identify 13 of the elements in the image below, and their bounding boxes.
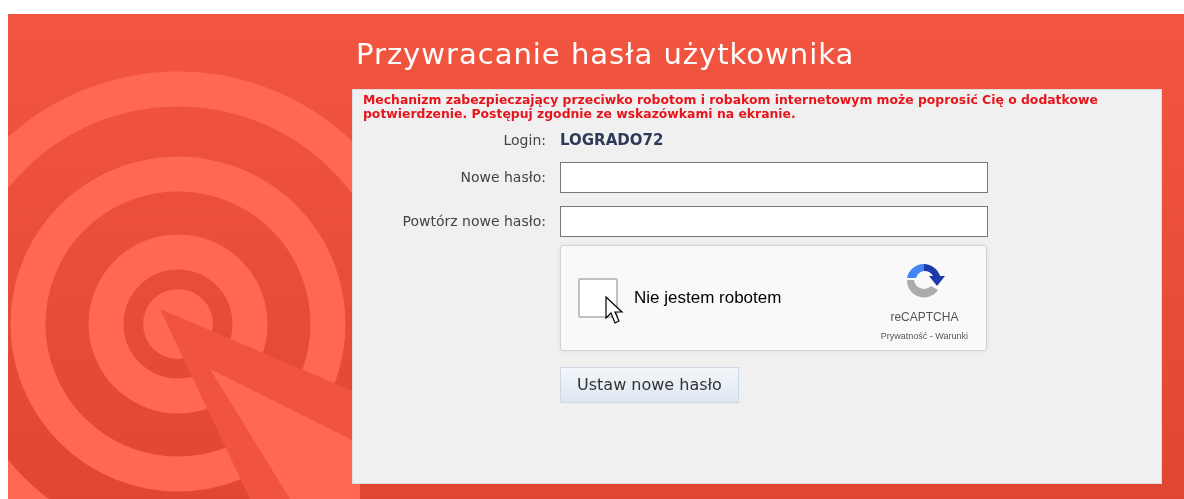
- password-field[interactable]: [560, 205, 988, 237]
- mouse-cursor-icon: [605, 295, 625, 326]
- login-value: LOGRADO72: [560, 130, 665, 151]
- page-title: Przywracanie hasła użytkownika: [356, 35, 855, 73]
- submit-button[interactable]: Ustaw nowe hasło: [560, 366, 739, 403]
- field-label: Powtórz nowe hasło:: [401, 211, 546, 231]
- field-label: Login:: [502, 130, 546, 150]
- privacy-terms-link[interactable]: Prywatność - Warunki: [880, 329, 968, 343]
- recaptcha-brand: reCAPTCHA: [890, 308, 959, 326]
- password-field[interactable]: [560, 161, 988, 193]
- notice-text: Mechanizm zabezpieczający przeciwko robotom i robakom internetowym może poprosić Cię o dodatkowe potwierdzenie. Postępuj zgodnie ze wskazówkami na ekranie.: [363, 93, 1099, 121]
- field-label: Nowe hasło:: [459, 167, 546, 187]
- captcha-label: Nie jestem robotem: [634, 286, 782, 309]
